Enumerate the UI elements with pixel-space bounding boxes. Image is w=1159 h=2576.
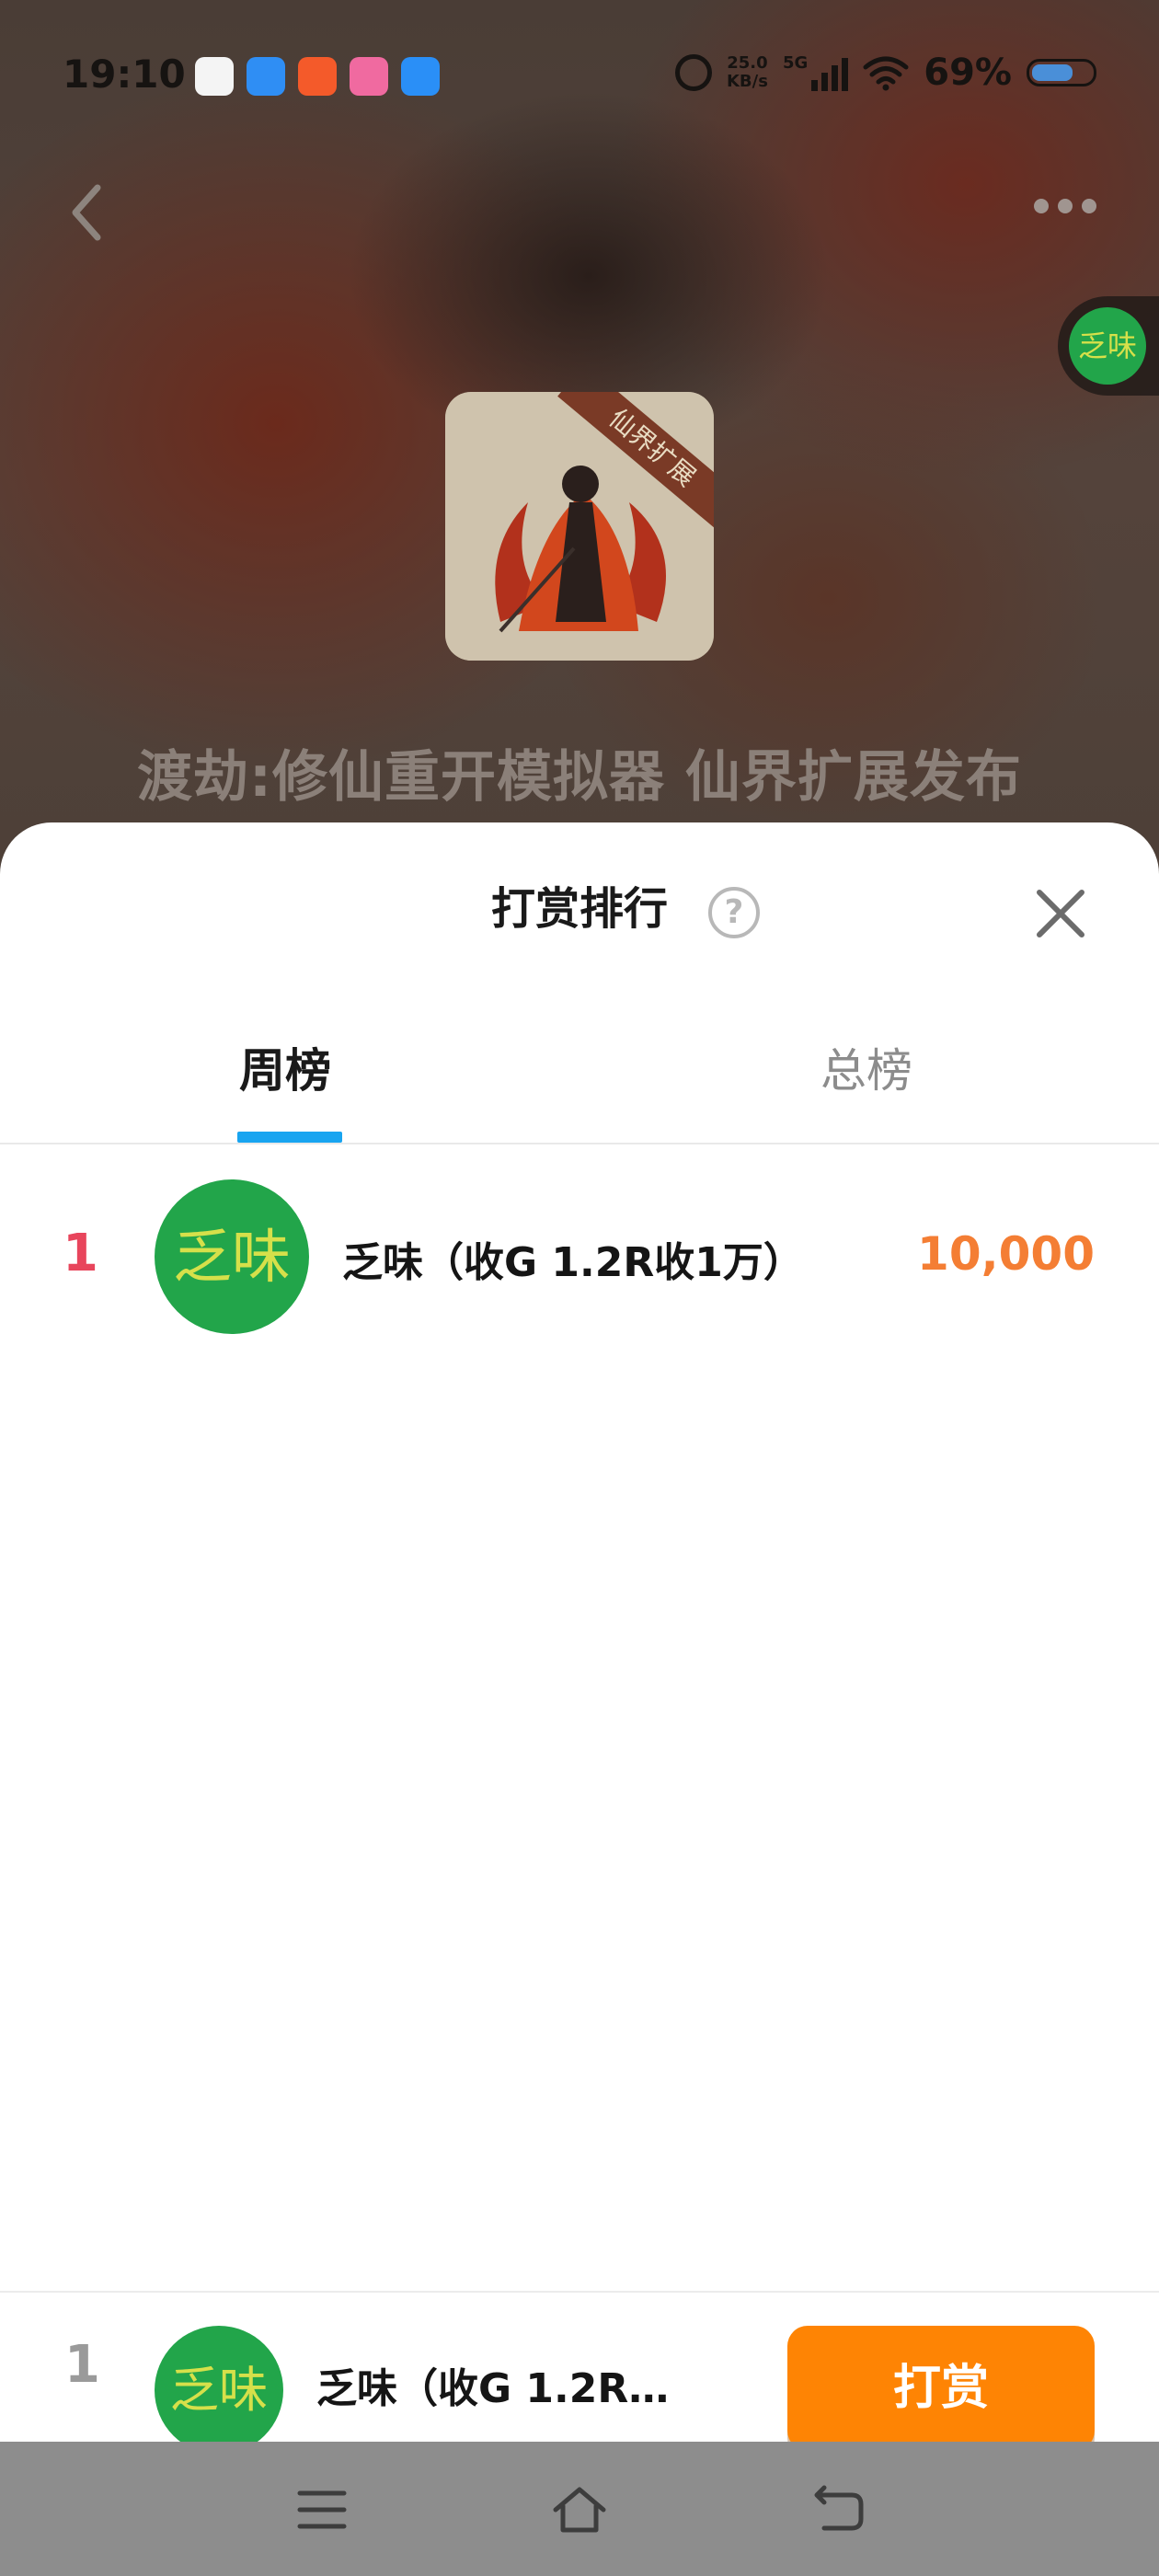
divider	[0, 1143, 1159, 1144]
close-icon[interactable]	[1032, 885, 1089, 942]
signal-icon: 5G	[782, 53, 849, 91]
tab-weekly[interactable]: 周榜	[239, 1034, 331, 1100]
qq-icon	[195, 57, 234, 96]
svg-text:乏味: 乏味	[173, 1224, 291, 1292]
network-type: 5G	[782, 53, 809, 73]
net-speed: 25.0 KB/s	[727, 54, 768, 91]
my-avatar[interactable]: 乏味	[155, 2326, 283, 2455]
more-dots-icon[interactable]	[1034, 199, 1096, 213]
game-icon: 仙界扩展	[445, 392, 714, 661]
status-right: 25.0 KB/s 5G 69%	[674, 52, 1096, 94]
tip-ranking-sheet: 打赏排行 ? 周榜 总榜 1 乏味 乏味（收G 1.2R收1万） 10,000	[0, 822, 1159, 2442]
tab-total[interactable]: 总榜	[820, 1034, 912, 1100]
status-time: 19:10	[63, 52, 186, 97]
game-title: 渡劫:修仙重开模拟器 仙界扩展发布	[137, 745, 1022, 810]
floating-avatar[interactable]: 乏味	[1058, 296, 1159, 396]
alarm-icon	[674, 54, 712, 91]
background-page: 19:10 25.0 KB/s 5G 69% 乏味 仙界扩展 渡劫:修仙重开模拟…	[0, 0, 1159, 883]
battery-icon	[1027, 59, 1096, 86]
sheet-title: 打赏排行	[490, 883, 668, 935]
back-icon[interactable]	[809, 2482, 865, 2537]
svg-text:乏味: 乏味	[1078, 328, 1137, 363]
app-store-icon	[298, 57, 337, 96]
rank-number: 1	[63, 1224, 98, 1283]
bilibili-icon	[350, 57, 388, 96]
my-rank-bar: 1 乏味 乏味（收G 1.2R收1万） 打赏	[0, 2291, 1159, 2455]
wifi-icon	[863, 56, 909, 91]
system-nav-bar	[0, 2442, 1159, 2576]
status-bar: 19:10 25.0 KB/s 5G 69%	[0, 0, 1159, 152]
notification-icons	[195, 57, 440, 96]
tip-button[interactable]: 打赏	[787, 2326, 1095, 2451]
browser-icon	[247, 57, 285, 96]
svg-text:乏味: 乏味	[170, 2362, 268, 2419]
avatar[interactable]: 乏味	[155, 1179, 309, 1334]
net-speed-unit: KB/s	[726, 72, 768, 91]
my-rank-number: 1	[64, 2335, 100, 2395]
message-icon	[401, 57, 440, 96]
chevron-left-icon[interactable]	[63, 180, 118, 245]
help-icon[interactable]: ?	[708, 887, 760, 938]
home-icon[interactable]	[552, 2482, 607, 2537]
battery-percent: 69%	[924, 52, 1012, 94]
ranking-row[interactable]: 1 乏味 乏味（收G 1.2R收1万） 10,000	[0, 1178, 1159, 1336]
warrior-artwork	[445, 392, 714, 661]
tab-indicator	[237, 1132, 342, 1143]
my-user-name: 乏味（收G 1.2R收1万）	[316, 2365, 694, 2412]
menu-icon[interactable]	[294, 2482, 350, 2537]
tip-amount: 10,000	[917, 1227, 1095, 1281]
avatar: 乏味	[1069, 307, 1146, 385]
net-speed-value: 25.0	[727, 53, 768, 73]
user-name: 乏味（收G 1.2R收1万）	[342, 1239, 804, 1286]
